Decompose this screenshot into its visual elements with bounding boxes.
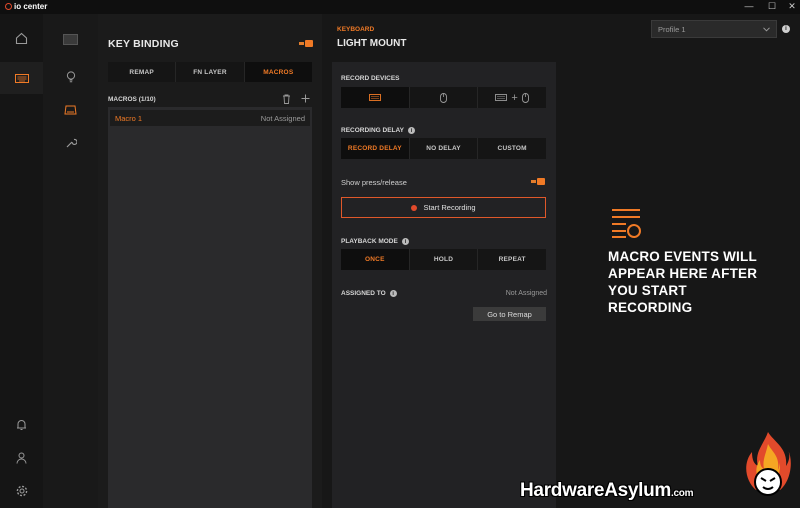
recording-delay-label: RECORDING DELAY i: [341, 127, 415, 134]
macro-name: Macro 1: [115, 113, 143, 123]
device-thumbnail-button[interactable]: [43, 24, 98, 54]
record-keyboard-option[interactable]: [341, 87, 410, 108]
assigned-to-label: ASSIGNED TO i: [341, 290, 397, 297]
notifications-button[interactable]: [0, 409, 43, 441]
panel-title: KEY BINDING: [108, 38, 179, 50]
assigned-to-value: Not Assigned: [505, 290, 547, 297]
show-press-release-label: Show press/release: [341, 178, 407, 187]
list-item[interactable]: Macro 1 Not Assigned: [110, 110, 310, 126]
recording-delay-selector: RECORD DELAY NO DELAY CUSTOM: [341, 138, 546, 159]
bell-icon: [17, 420, 26, 430]
macro-events-placeholder: MACRO EVENTS WILL APPEAR HERE AFTER YOU …: [608, 249, 758, 315]
main-nav-rail: [0, 14, 43, 508]
mouse-icon: [522, 92, 529, 103]
trash-icon[interactable]: [282, 94, 291, 104]
custom-delay-option[interactable]: CUSTOM: [478, 138, 546, 159]
settings-button[interactable]: [0, 475, 43, 507]
start-recording-label: Start Recording: [423, 203, 476, 212]
show-press-release-toggle[interactable]: [531, 178, 545, 185]
device-type-label: KEYBOARD: [337, 26, 375, 33]
info-icon[interactable]: i: [389, 290, 397, 297]
logo-icon: [5, 3, 12, 10]
tab-remap[interactable]: REMAP: [108, 62, 177, 82]
macros-count-header: MACROS (1/10): [108, 96, 156, 103]
mouse-icon: [440, 92, 447, 103]
home-nav-button[interactable]: [0, 22, 43, 54]
macro-list-icon: [612, 209, 641, 238]
record-keyboard-mouse-option[interactable]: +: [478, 87, 546, 108]
close-button[interactable]: ✕: [786, 1, 798, 12]
playback-repeat-option[interactable]: REPEAT: [478, 249, 546, 270]
macros-list: Macro 1 Not Assigned: [108, 107, 312, 508]
start-recording-button[interactable]: Start Recording: [341, 197, 546, 218]
device-name: LIGHT MOUNT: [337, 38, 407, 49]
chevron-down-icon: [763, 26, 770, 32]
tab-fn-layer[interactable]: FN LAYER: [176, 62, 245, 82]
lightbulb-icon: [66, 71, 75, 83]
keyboard-icon: [368, 94, 381, 101]
panel-toggle[interactable]: [299, 40, 313, 47]
app-name: io center: [14, 2, 48, 11]
key-binding-button[interactable]: [43, 95, 98, 125]
info-icon[interactable]: i: [401, 238, 409, 245]
maximize-button[interactable]: ☐: [766, 1, 778, 12]
record-devices-label: RECORD DEVICES: [341, 75, 400, 82]
playback-hold-option[interactable]: HOLD: [410, 249, 479, 270]
info-icon[interactable]: i: [407, 127, 415, 134]
app-logo: io center: [5, 2, 47, 11]
keyboard-nav-button[interactable]: [0, 62, 43, 94]
playback-mode-selector: ONCE HOLD REPEAT: [341, 249, 546, 270]
playback-mode-label: PLAYBACK MODE i: [341, 238, 409, 245]
device-sub-nav: [43, 14, 98, 508]
keyboard-icon: [14, 73, 29, 83]
minimize-button[interactable]: —: [743, 1, 755, 11]
user-icon: [16, 452, 27, 464]
tab-macros[interactable]: MACROS: [244, 62, 312, 82]
plus-icon[interactable]: [301, 94, 310, 103]
account-button[interactable]: [0, 442, 43, 474]
no-delay-option[interactable]: NO DELAY: [410, 138, 479, 159]
record-icon: [411, 204, 418, 211]
watermark: HardwareAsylum.com: [520, 430, 800, 508]
wrench-icon: [66, 138, 77, 148]
tools-button[interactable]: [43, 128, 98, 158]
keyboard-icon: [495, 94, 508, 101]
flame-mascot-logo: [746, 432, 791, 496]
binding-tabs: REMAP FN LAYER MACROS: [108, 62, 312, 82]
playback-once-option[interactable]: ONCE: [341, 249, 410, 270]
watermark-text: HardwareAsylum.com: [520, 480, 694, 501]
record-delay-option[interactable]: RECORD DELAY: [341, 138, 410, 159]
record-devices-selector: +: [341, 87, 546, 108]
profile-select[interactable]: Profile 1: [651, 20, 777, 38]
plus-sign: +: [511, 91, 518, 104]
home-icon: [15, 32, 28, 44]
profile-info-icon[interactable]: i: [782, 25, 790, 33]
lighting-button[interactable]: [43, 62, 98, 92]
key-binding-panel: KEY BINDING REMAP FN LAYER MACROS MACROS…: [98, 14, 322, 508]
record-mouse-option[interactable]: [410, 87, 479, 108]
gear-icon: [16, 485, 27, 497]
go-to-remap-button[interactable]: Go to Remap: [473, 307, 546, 321]
device-thumbnail: [63, 33, 78, 45]
keyboard-bind-icon: [64, 105, 77, 115]
macro-status: Not Assigned: [260, 113, 305, 123]
profile-value: Profile 1: [658, 24, 686, 34]
title-bar: io center — ☐ ✕: [0, 0, 800, 14]
